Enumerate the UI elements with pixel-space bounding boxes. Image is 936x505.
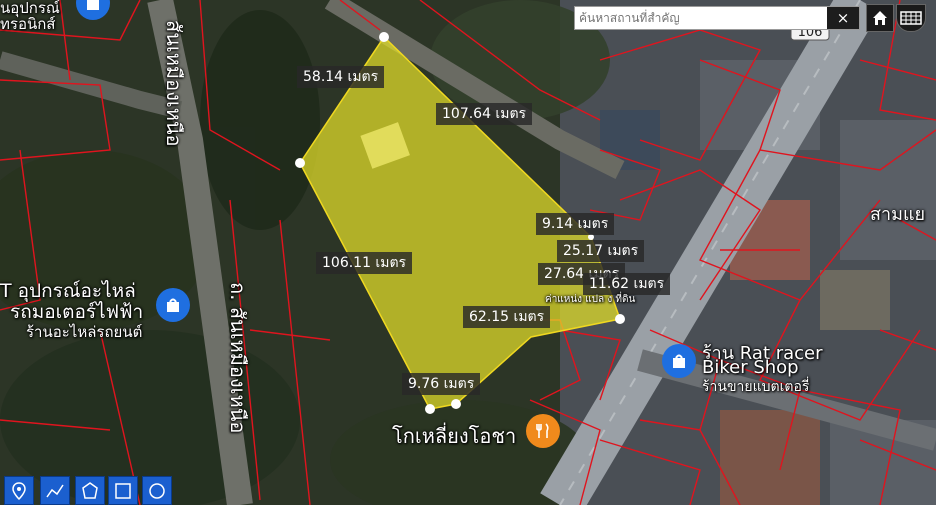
polyline-tool-button[interactable] <box>40 476 70 505</box>
marker-tool-icon <box>12 481 26 500</box>
marker-tool-button[interactable] <box>4 476 34 505</box>
dimension-label: 9.76 เมตร <box>402 373 481 395</box>
clear-search-button[interactable]: × <box>827 7 859 29</box>
dimension-label: 107.64 เมตร <box>436 103 533 125</box>
place-label: โกเหลี่ยงโอชา <box>392 424 517 448</box>
polyline-tool-icon <box>46 484 64 497</box>
place-label: ร้านขายแบตเตอรี่ <box>702 379 810 395</box>
rectangle-tool-button[interactable] <box>108 476 138 505</box>
home-icon <box>873 11 887 25</box>
circle-tool-button[interactable] <box>142 476 172 505</box>
home-button[interactable] <box>866 4 894 32</box>
dimension-label: 62.15 เมตร <box>463 306 551 328</box>
polygon-tool-icon <box>82 481 98 499</box>
restaurant-pin-icon[interactable] <box>526 414 560 448</box>
place-label: สามแย <box>870 204 926 225</box>
place-label: ทรอนิกส์ <box>0 15 56 33</box>
dimension-label: 9.14 เมตร <box>536 213 615 235</box>
search-box: × <box>574 6 860 30</box>
search-input[interactable] <box>575 7 825 29</box>
polygon-tool-button[interactable] <box>75 476 105 505</box>
place-label: ค่าแหน่ง แปล ง ที่ดิน <box>545 294 636 305</box>
dimension-label: 58.14 เมตร <box>297 66 385 88</box>
rectangle-tool-icon <box>115 482 131 499</box>
shop-pin-icon[interactable] <box>662 344 696 378</box>
road-label: ถ. สันเหมืองเหนือ <box>226 282 250 434</box>
place-label: Biker Shop <box>702 357 799 378</box>
grid-icon <box>900 11 922 25</box>
dimension-label: 25.17 เมตร <box>557 240 645 262</box>
place-label: ร้านอะไหล่รถยนต์ <box>26 323 143 341</box>
circle-tool-icon <box>149 482 165 499</box>
shop-pin-icon[interactable] <box>156 288 190 322</box>
layers-grid-button[interactable] <box>896 4 926 32</box>
road-label: สันเหมืองเหนือ <box>162 20 186 147</box>
dimension-label: 106.11 เมตร <box>316 252 413 274</box>
